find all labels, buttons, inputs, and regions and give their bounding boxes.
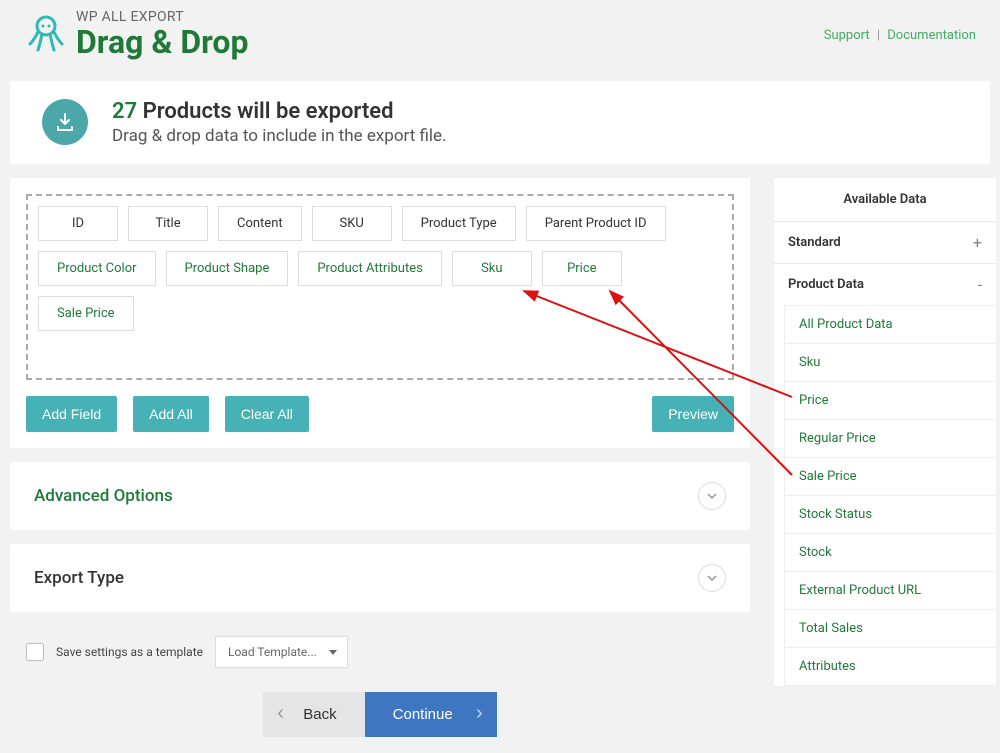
support-link[interactable]: Support [824, 28, 870, 43]
field-chip[interactable]: ID [38, 206, 118, 241]
add-all-button[interactable]: Add All [133, 396, 209, 432]
plus-icon: + [973, 233, 982, 252]
field-chip[interactable]: Product Attributes [298, 251, 441, 286]
advanced-options-title: Advanced Options [34, 486, 173, 506]
load-template-select[interactable]: Load Template... [215, 636, 348, 668]
download-icon [42, 99, 88, 145]
field-chip[interactable]: Sku [452, 251, 532, 286]
save-template-checkbox[interactable] [26, 643, 44, 661]
field-chip[interactable]: Sale Price [38, 296, 134, 331]
export-count-suffix: Products will be exported [143, 99, 394, 124]
field-chip[interactable]: Product Shape [166, 251, 289, 286]
export-type-panel[interactable]: Export Type [10, 544, 750, 612]
field-chip[interactable]: Title [128, 206, 208, 241]
field-chip[interactable]: Parent Product ID [526, 206, 666, 241]
sidebar-section-product-data[interactable]: Product Data - [774, 263, 996, 305]
sidebar-item[interactable]: All Product Data [784, 305, 996, 344]
sidebar-item[interactable]: Stock [784, 533, 996, 572]
sidebar-item[interactable]: Attributes [784, 647, 996, 686]
export-banner: 27 Products will be exported Drag & drop… [10, 81, 990, 164]
export-count: 27 [112, 99, 137, 124]
field-chip[interactable]: Product Type [402, 206, 516, 241]
sidebar-section-standard[interactable]: Standard + [774, 221, 996, 263]
octopus-logo-icon [24, 10, 68, 54]
dropzone-card: ID Title Content SKU Product Type Parent Prod… [10, 178, 750, 448]
add-field-button[interactable]: Add Field [26, 396, 117, 432]
banner-subtitle: Drag & drop data to include in the expor… [112, 126, 447, 146]
sidebar-item[interactable]: Price [784, 381, 996, 420]
header-links: Support | Documentation [824, 28, 976, 43]
save-template-label: Save settings as a template [56, 645, 203, 659]
sidebar-item[interactable]: Sale Price [784, 457, 996, 496]
minus-icon: - [978, 275, 982, 294]
field-chip[interactable]: Content [218, 206, 302, 241]
sidebar-title: Available Data [774, 178, 996, 221]
sidebar-item[interactable]: External Product URL [784, 571, 996, 610]
sidebar-item[interactable]: Stock Status [784, 495, 996, 534]
clear-all-button[interactable]: Clear All [225, 396, 309, 432]
header-title: Drag & Drop [76, 25, 248, 60]
docs-link[interactable]: Documentation [887, 28, 976, 43]
continue-button[interactable]: Continue [365, 692, 497, 737]
sidebar-item[interactable]: Sku [784, 343, 996, 382]
sidebar-item[interactable]: Regular Price [784, 419, 996, 458]
field-chip[interactable]: Product Color [38, 251, 156, 286]
back-button[interactable]: Back [263, 692, 364, 737]
field-dropzone[interactable]: ID Title Content SKU Product Type Parent Prod… [26, 194, 734, 380]
chevron-down-icon [698, 482, 726, 510]
field-chip[interactable]: SKU [312, 206, 392, 241]
chevron-down-icon [698, 564, 726, 592]
field-chip[interactable]: Price [542, 251, 622, 286]
preview-button[interactable]: Preview [652, 396, 734, 432]
available-data-sidebar: Available Data Standard + Product Data -… [774, 178, 996, 686]
export-type-title: Export Type [34, 568, 124, 588]
advanced-options-panel[interactable]: Advanced Options [10, 462, 750, 530]
sidebar-item[interactable]: Total Sales [784, 609, 996, 648]
